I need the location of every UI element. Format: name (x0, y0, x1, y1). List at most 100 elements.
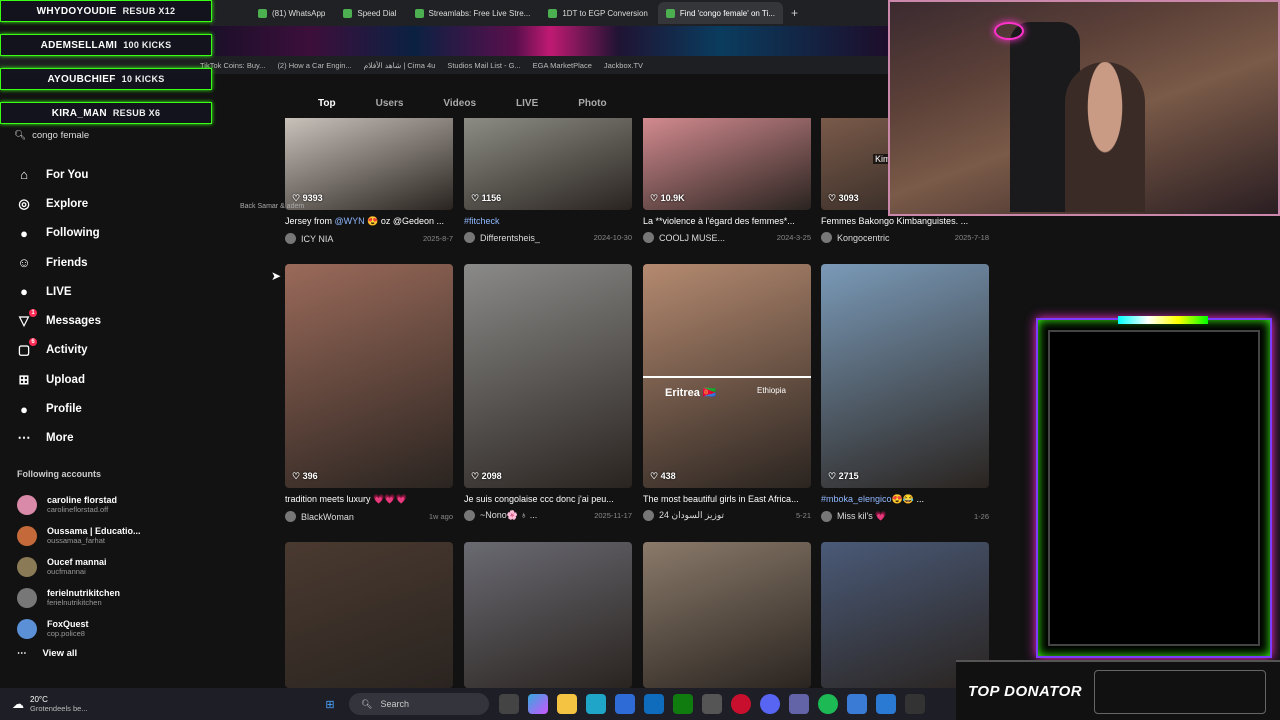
following-account[interactable]: Oucef mannai oucfmannai (17, 551, 141, 582)
video-card[interactable]: ♡ 438 Eritrea 🇪🇷 Ethiopia The most beautifu… (643, 264, 811, 521)
tab-videos[interactable]: Videos (443, 98, 476, 109)
video-author[interactable]: توزيز السودان 24 (659, 510, 724, 521)
video-thumbnail[interactable]: ♡ 1156 (464, 118, 632, 210)
video-card[interactable]: ♡ 396 tradition meets luxury 💗💗💗 BlackWoma… (285, 264, 453, 522)
discord-icon[interactable] (760, 694, 780, 714)
vscode-icon[interactable] (876, 694, 896, 714)
caption-hashtag[interactable]: @WYN (335, 216, 365, 226)
tab-top[interactable]: Top (318, 98, 336, 109)
tab-photo[interactable]: Photo (578, 98, 606, 109)
kick-event: 100 KICKS (123, 40, 172, 50)
video-meta: ICY NIA 2025-8-7 (285, 233, 453, 244)
file-explorer-icon[interactable] (557, 694, 577, 714)
browser-tab[interactable]: 1DT to EGP Conversion (540, 2, 656, 24)
browser-tabbar: (81) WhatsApp Speed Dial Streamlabs: Free … (210, 0, 890, 26)
browser-tab[interactable]: (81) WhatsApp (250, 2, 333, 24)
video-card[interactable] (464, 542, 632, 688)
video-thumbnail[interactable] (643, 542, 811, 688)
video-card[interactable]: ♡ 1156 #fitcheck Differentsheis_ 2024-10-30 (464, 118, 632, 243)
taskbar-search[interactable]: 🔍︎ Search (349, 693, 489, 715)
sidebar-item-label: Following (46, 227, 100, 240)
teams-icon[interactable] (789, 694, 809, 714)
bookmark-item[interactable]: EGA MarketPlace (533, 61, 592, 70)
windows-start-icon[interactable]: ⊞ (320, 694, 340, 714)
outlook-icon[interactable] (644, 694, 664, 714)
video-card[interactable] (285, 542, 453, 688)
video-meta: Miss kil's 💗 1-26 (821, 511, 989, 522)
tab-users[interactable]: Users (376, 98, 404, 109)
bookmark-item[interactable]: Studios Mail List - G... (447, 61, 520, 70)
following-account[interactable]: ferielnutrikitchen ferielnutrikitchen (17, 582, 141, 613)
like-value: 396 (302, 471, 318, 481)
sidebar-item-more[interactable]: ⋯ More (16, 424, 101, 453)
frame-inner (1048, 330, 1260, 646)
browser-tab[interactable]: Streamlabs: Free Live Stre... (407, 2, 539, 24)
video-author[interactable]: Miss kil's 💗 (837, 511, 886, 522)
sidebar-item-label: Explore (46, 197, 89, 210)
caption-hashtag[interactable]: #fitcheck (464, 216, 500, 226)
video-author[interactable]: COOLJ MUSE... (659, 233, 725, 243)
video-card[interactable] (643, 542, 811, 688)
video-thumbnail[interactable]: ♡ 2098 (464, 264, 632, 488)
browser-tab[interactable]: Find 'congo female' on Ti... (657, 2, 783, 24)
sidebar-item-upload[interactable]: ⊞ Upload (16, 365, 101, 394)
following-account[interactable]: FoxQuest cop.police8 (17, 613, 141, 644)
following-account[interactable]: caroline florstad carolineflorstad.off (17, 489, 141, 520)
sidebar-item-activity[interactable]: ▢ 6 Activity (16, 336, 101, 365)
view-all-link[interactable]: ⋯ View all (17, 648, 77, 659)
video-caption: Jersey from @WYN 😍 oz @Gedeon ... (285, 216, 453, 227)
top-donator-title: TOP DONATOR (968, 682, 1083, 700)
video-thumbnail[interactable]: ♡ 438 Eritrea 🇪🇷 Ethiopia (643, 264, 811, 488)
store-icon[interactable] (615, 694, 635, 714)
xbox-icon[interactable] (673, 694, 693, 714)
view-all-label: View all (42, 648, 78, 659)
cloud-icon: ☁ (12, 697, 24, 711)
sidebar-item-explore[interactable]: ◎ Explore (16, 189, 101, 218)
video-author[interactable]: ICY NIA (301, 234, 333, 244)
following-account[interactable]: Oussama | Educatio... oussamaa_farhat (17, 520, 141, 551)
heart-icon: ♡ (471, 193, 482, 203)
task-view-icon[interactable] (499, 694, 519, 714)
copilot-icon[interactable] (528, 694, 548, 714)
bookmark-item[interactable]: (2) How a Car Engin... (277, 61, 351, 70)
live-icon: ● (20, 284, 28, 300)
tab-favicon-icon (343, 8, 353, 18)
sidebar-item-for-you[interactable]: ⌂ For You (16, 160, 101, 189)
video-author[interactable]: Differentsheis_ (480, 233, 540, 243)
edge-icon[interactable] (586, 694, 606, 714)
video-thumbnail[interactable]: ♡ 396 (285, 264, 453, 488)
video-author[interactable]: Kongocentric (837, 233, 890, 243)
video-card[interactable]: ♡ 10.9K La **violence à l'égard des femme… (643, 118, 811, 243)
video-thumbnail[interactable] (285, 542, 453, 688)
app-icon[interactable] (847, 694, 867, 714)
video-author[interactable]: BlackWoman (301, 512, 354, 522)
obs-icon[interactable] (702, 694, 722, 714)
avatar (821, 511, 832, 522)
like-value: 3093 (838, 193, 859, 203)
more-icon: ⋯ (17, 430, 31, 446)
bookmark-item[interactable]: شاهد الأفلام | Cima 4u (364, 61, 436, 70)
video-caption: La **violence à l'égard des femmes*... (643, 216, 811, 226)
browser-tab[interactable]: Speed Dial (335, 2, 404, 24)
spotify-icon[interactable] (818, 694, 838, 714)
sidebar-item-following[interactable]: ● Following (16, 219, 101, 248)
sidebar-item-profile[interactable]: ● Profile (16, 394, 101, 423)
sidebar-item-messages[interactable]: ▽ 1 Messages (16, 306, 101, 335)
video-card[interactable]: ♡ 2098 Je suis congolaise ccc donc j'ai p… (464, 264, 632, 521)
video-thumbnail[interactable]: ♡ 10.9K (643, 118, 811, 210)
tab-live[interactable]: LIVE (516, 98, 538, 109)
opera-icon[interactable] (731, 694, 751, 714)
video-card[interactable]: ♡ 2715 #mboka_elengico😍😂 ... Miss kil's 💗 1… (821, 264, 989, 522)
video-thumbnail[interactable] (464, 542, 632, 688)
new-tab-button[interactable]: + (785, 6, 804, 20)
video-thumbnail[interactable]: ♡ 9393 (285, 118, 453, 210)
video-card[interactable]: ♡ 9393 Jersey from @WYN 😍 oz @Gedeon ... I… (285, 118, 453, 244)
app2-icon[interactable] (905, 694, 925, 714)
sidebar-item-live[interactable]: ● LIVE (16, 277, 101, 306)
video-author[interactable]: ~Nono🌸 ♁ ... (480, 510, 537, 521)
bookmark-item[interactable]: Jackbox.TV (604, 61, 643, 70)
weather-widget[interactable]: ☁ 20°C Grotendeels be... (0, 695, 320, 713)
caption-hashtag[interactable]: #mboka_elengico (821, 494, 892, 504)
sidebar-item-friends[interactable]: ☺ Friends (16, 248, 101, 277)
video-thumbnail[interactable]: ♡ 2715 (821, 264, 989, 488)
